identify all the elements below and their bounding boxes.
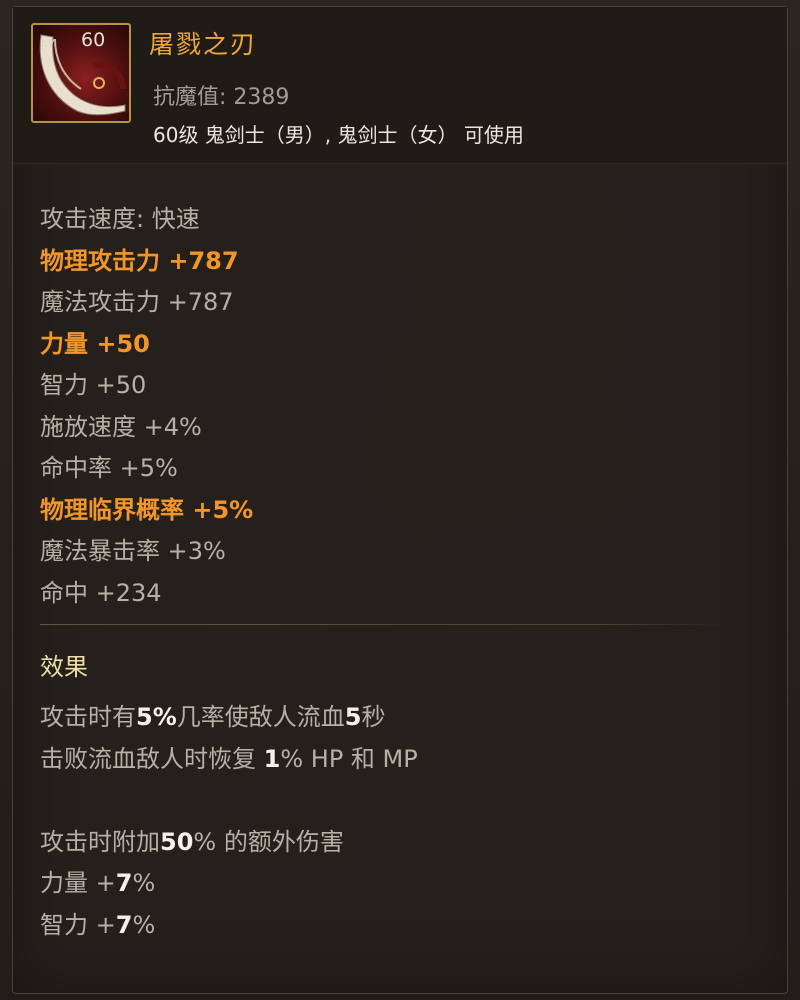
stat-line: 施放速度 +4% [40, 412, 202, 441]
stat-line: 命中率 +5% [40, 454, 178, 482]
stat-line: 力量 +50 [40, 329, 150, 358]
effect-title: 效果 [40, 653, 88, 681]
effect-line [40, 780, 418, 822]
effect-text: % [132, 869, 156, 897]
level-label: Lv. [41, 35, 58, 49]
stat-list: 攻击速度: 快速物理攻击力 +787 魔法攻击力 +787 力量 +50 智力 +50… [40, 199, 253, 614]
effect-line: 力量 +7% [40, 863, 418, 905]
effect-value: 50 [160, 827, 194, 856]
stat-line: 魔法攻击力 +787 [40, 288, 234, 316]
effect-line: 攻击时有5%几率使敌人流血5秒 [40, 697, 418, 739]
divider [40, 624, 730, 625]
blade-icon: Lv. 60 [31, 23, 131, 123]
stat-line: 命中 +234 [40, 578, 162, 607]
effect-text: 击败流血敌人时恢复 [40, 744, 264, 773]
effect-value: 5 [344, 703, 362, 731]
level-value: 60 [81, 29, 106, 51]
stat-line: 物理临界概率 +5% [40, 495, 254, 524]
effect-text: 秒 [361, 703, 386, 731]
effect-line: 击败流血敌人时恢复 1% HP 和 MP [40, 739, 418, 781]
stat-line: 魔法暴击率 +3% [40, 537, 226, 565]
stat-line: 攻击速度: 快速 [40, 205, 200, 233]
item-name: 屠戮之刃 [149, 30, 258, 59]
effect-line: 攻击时附加50% 的额外伤害 [40, 822, 418, 864]
effect-text: 攻击时附加 [40, 827, 160, 856]
effect-value: 7 [115, 869, 133, 897]
effect-line: 智力 +7% [40, 905, 418, 947]
tooltip-header: Lv. 60 屠戮之刃 抗魔值: 2389 60级 鬼剑士（男）, 鬼剑士（女）… [13, 7, 787, 164]
effect-text: 智力 + [40, 910, 116, 939]
magic-resist-value: 抗魔值: 2389 [153, 85, 290, 110]
effect-text: 攻击时有 [40, 703, 136, 731]
effect-list: 攻击时有5%几率使敌人流血5秒 击败流血敌人时恢复 1% HP 和 MP 攻击时附加… [40, 697, 418, 946]
effect-text: % HP 和 MP [280, 744, 418, 773]
item-tooltip: Lv. 60 屠戮之刃 抗魔值: 2389 60级 鬼剑士（男）, 鬼剑士（女）… [12, 6, 788, 994]
effect-value: 5% [136, 703, 177, 731]
stat-line: 智力 +50 [40, 371, 147, 399]
usable-classes: 60级 鬼剑士（男）, 鬼剑士（女） 可使用 [153, 123, 524, 147]
effect-text: % 的额外伤害 [193, 827, 344, 856]
effect-value: 1 [263, 744, 281, 773]
effect-text: % [132, 910, 156, 939]
effect-text: 力量 + [40, 869, 116, 897]
effect-value: 7 [115, 910, 133, 939]
effect-text: 几率使敌人流血 [176, 703, 345, 731]
stat-line: 物理攻击力 +787 [40, 246, 239, 275]
